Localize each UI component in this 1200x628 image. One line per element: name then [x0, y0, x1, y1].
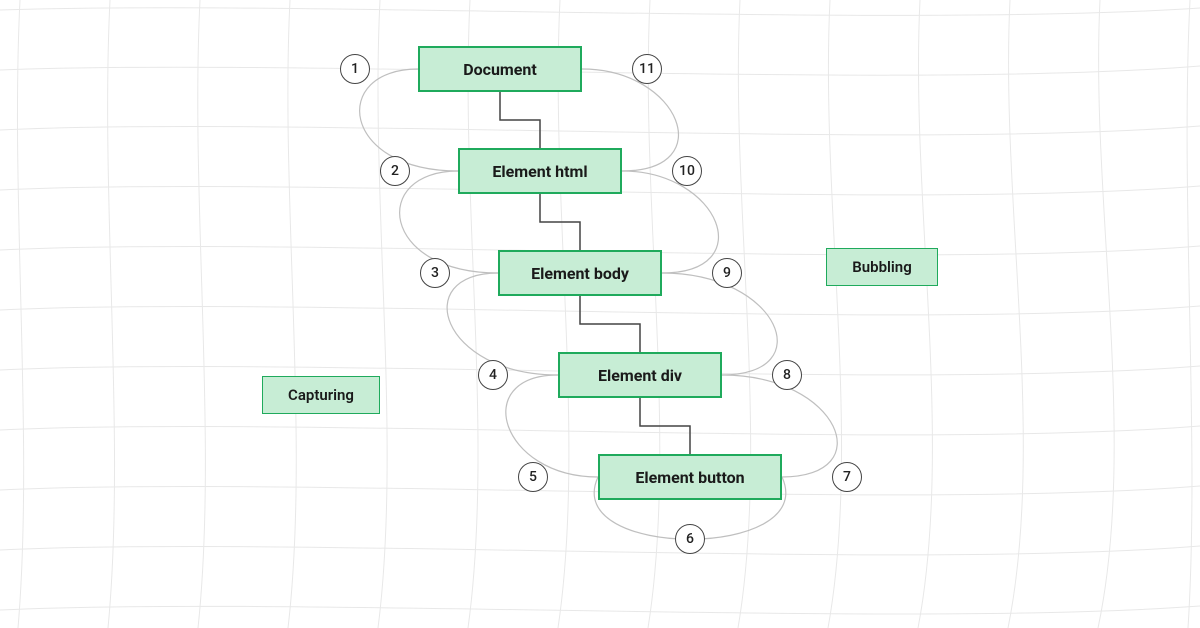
- node-element-div: Element div: [558, 352, 722, 398]
- step-number: 8: [783, 367, 791, 383]
- event-propagation-diagram: Document Element html Element body Eleme…: [0, 0, 1200, 628]
- step-circle-6: 6: [675, 524, 705, 554]
- step-number: 11: [639, 61, 655, 77]
- step-circle-2: 2: [380, 156, 410, 186]
- step-circle-11: 11: [632, 54, 662, 84]
- step-circle-3: 3: [420, 258, 450, 288]
- step-circle-8: 8: [772, 360, 802, 390]
- node-label: Element div: [598, 366, 682, 385]
- node-element-button: Element button: [598, 454, 782, 500]
- step-number: 9: [723, 265, 731, 281]
- phase-label-bubbling: Bubbling: [826, 248, 938, 286]
- step-number: 7: [843, 469, 851, 485]
- step-number: 3: [431, 265, 439, 281]
- step-number: 1: [351, 61, 359, 77]
- node-element-body: Element body: [498, 250, 662, 296]
- phase-label-capturing: Capturing: [262, 376, 380, 414]
- phase-label-text: Bubbling: [852, 258, 911, 276]
- step-number: 5: [529, 469, 537, 485]
- step-circle-10: 10: [672, 156, 702, 186]
- node-label: Element html: [492, 162, 587, 181]
- phase-label-text: Capturing: [288, 386, 354, 404]
- step-number: 10: [679, 163, 695, 179]
- step-circle-9: 9: [712, 258, 742, 288]
- background-grid: [0, 0, 1200, 628]
- node-element-html: Element html: [458, 148, 622, 194]
- node-label: Document: [463, 60, 537, 79]
- step-circle-4: 4: [478, 360, 508, 390]
- step-circle-1: 1: [340, 54, 370, 84]
- step-circle-5: 5: [518, 462, 548, 492]
- step-circle-7: 7: [832, 462, 862, 492]
- node-document: Document: [418, 46, 582, 92]
- node-label: Element button: [635, 468, 744, 487]
- step-number: 4: [489, 367, 497, 383]
- step-number: 6: [686, 531, 694, 547]
- step-number: 2: [391, 163, 399, 179]
- node-label: Element body: [531, 264, 629, 283]
